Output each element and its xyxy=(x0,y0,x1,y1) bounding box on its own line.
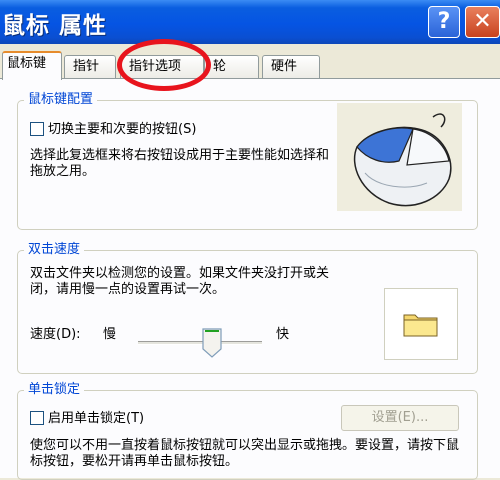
close-button[interactable]: ✕ xyxy=(465,6,500,38)
group-title: 单击锁定 xyxy=(24,381,85,399)
title-bar: 鼠标 属性 ? ✕ xyxy=(0,0,500,44)
speed-slider-track[interactable] xyxy=(138,341,262,345)
highlight-ring xyxy=(117,39,211,91)
slider-thumb-icon xyxy=(202,328,222,358)
switch-buttons-label[interactable]: 切换主要和次要的按钮(S) xyxy=(48,121,196,138)
mouse-image xyxy=(337,103,462,211)
folder-icon xyxy=(403,314,438,337)
group-title: 双击速度 xyxy=(24,241,85,259)
slow-label: 慢 xyxy=(103,327,117,342)
double-click-description: 双击文件夹以检测您的设置。如果文件夹没打开或关闭，请用慢一点的设置再试一次。 xyxy=(30,266,330,297)
group-title: 鼠标键配置 xyxy=(24,91,98,109)
help-icon: ? xyxy=(437,9,451,34)
tab-buttons[interactable]: 鼠标键 xyxy=(2,51,62,80)
switch-buttons-description: 选择此复选框来将右按钮设成用于主要性能如选择和拖放之用。 xyxy=(30,148,330,179)
click-lock-label[interactable]: 启用单击锁定(T) xyxy=(48,410,144,427)
close-icon: ✕ xyxy=(473,9,492,34)
tab-hardware[interactable]: 硬件 xyxy=(262,55,320,79)
speed-slider-thumb[interactable] xyxy=(201,327,223,359)
fast-label: 快 xyxy=(276,327,290,342)
click-lock-description: 使您可以不用一直按着鼠标按钮就可以突出显示或拖拽。要设置，请按下鼠标按钮，要松开… xyxy=(30,438,460,469)
speed-label: 速度(D): xyxy=(30,327,81,342)
window-title: 鼠标 属性 xyxy=(2,12,108,39)
click-lock-settings-button[interactable]: 设置(E)... xyxy=(341,405,459,431)
help-button[interactable]: ? xyxy=(428,6,460,38)
tab-pointers[interactable]: 指针 xyxy=(64,55,116,79)
click-lock-checkbox[interactable] xyxy=(30,411,44,425)
tab-wheel[interactable]: 轮 xyxy=(204,55,259,79)
test-folder-area[interactable] xyxy=(384,288,458,360)
switch-buttons-checkbox[interactable] xyxy=(30,122,44,136)
mouse-icon xyxy=(353,113,452,207)
